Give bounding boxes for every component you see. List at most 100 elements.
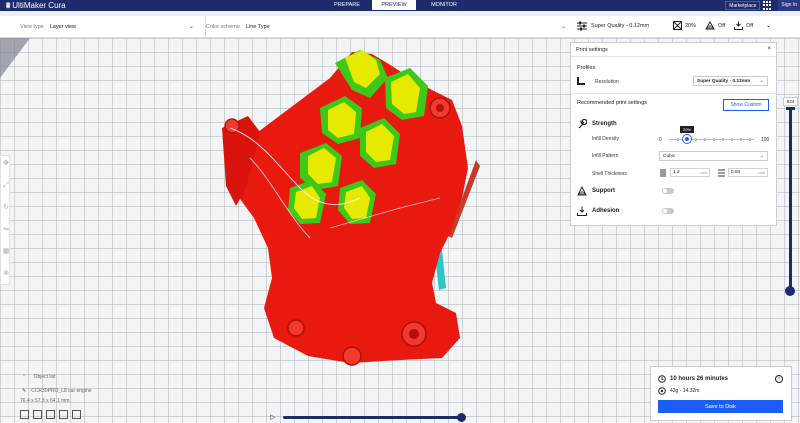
chevron-down-icon: ⌄	[561, 24, 567, 30]
adhesion-section: Adhesion	[577, 206, 619, 216]
infill-density-tooltip: 20%	[680, 126, 694, 133]
app-logo: ⩩ UltiMaker Cura	[6, 0, 66, 11]
info-icon[interactable]: i	[775, 375, 783, 383]
spool-icon	[658, 387, 666, 395]
view-type-label: View type	[20, 24, 44, 30]
apps-grid-icon[interactable]	[763, 1, 773, 10]
material-row: 43g · 14.32m	[658, 387, 699, 395]
divider	[571, 93, 776, 94]
layer-slider-lower-handle[interactable]	[785, 286, 795, 296]
print-time-row: 10 hours 26 minutes	[658, 375, 728, 383]
object-list-header[interactable]: ⌃ Object list	[22, 374, 56, 380]
print-settings-header: Print settings ×	[571, 43, 776, 57]
strength-section: Strength	[577, 119, 617, 129]
adhesion-icon	[734, 21, 743, 30]
adhesion-icon	[577, 206, 587, 216]
print-time: 10 hours 26 minutes	[670, 376, 729, 382]
top-bottom-thickness-input[interactable]: 0.84 mm	[728, 168, 768, 177]
left-view-icon[interactable]	[59, 410, 68, 419]
infill-summary[interactable]: 20%	[673, 21, 696, 30]
print-estimate-panel: 10 hours 26 minutes i 43g · 14.32m Save …	[650, 366, 792, 421]
resolution-icon	[577, 77, 585, 85]
sliders-icon	[577, 21, 587, 31]
layer-number-label[interactable]: 534	[783, 97, 798, 106]
resolution-dropdown[interactable]: Super Quality - 0.12mm ⌄	[693, 76, 768, 86]
show-custom-button[interactable]: Show Custom	[723, 99, 769, 111]
object-name-row[interactable]: ✎ CCR30PRO_L8 car engine	[22, 388, 92, 394]
print-settings-panel: Print settings × Profiles Resolution Sup…	[570, 42, 777, 226]
marketplace-button[interactable]: Marketplace	[725, 1, 761, 10]
support-toggle[interactable]	[662, 188, 674, 194]
tab-prepare[interactable]: PREPARE	[324, 0, 370, 10]
infill-density-label: Infill Density	[592, 136, 619, 142]
strength-label: Strength	[592, 121, 617, 127]
top-bar: ⩩ UltiMaker Cura PREPARE PREVIEW MONITOR…	[0, 0, 800, 11]
support-label: Support	[592, 188, 615, 194]
chevron-down-icon[interactable]: ⌄	[766, 22, 771, 29]
shell-thickness-label: Shell Thickness	[592, 171, 627, 177]
per-model-settings-icon[interactable]: ▦	[2, 248, 10, 256]
infill-pattern-value: Cubic	[663, 153, 676, 159]
pencil-icon[interactable]: ✎	[22, 388, 26, 394]
infill-density-handle[interactable]	[683, 135, 691, 143]
chevron-down-icon: ⌄	[759, 153, 764, 159]
resolution-label: Resolution	[595, 79, 619, 85]
top-view-icon[interactable]	[46, 410, 55, 419]
app-title: UltiMaker Cura	[12, 1, 66, 10]
top-right-controls: Marketplace Sign In	[725, 0, 800, 11]
top-bottom-thickness-unit: mm	[758, 170, 765, 175]
recommended-label: Recommended print settings	[577, 100, 648, 106]
chevron-up-icon: ⌃	[22, 374, 27, 380]
material-usage: 43g · 14.32m	[670, 388, 700, 394]
object-dimensions: 76.4 x 57.3 x 64.1 mm	[20, 398, 70, 404]
wall-thickness-unit: mm	[700, 170, 707, 175]
path-slider-track[interactable]	[283, 416, 461, 419]
scale-tool-icon[interactable]: ⤢	[2, 182, 10, 190]
color-scheme-select[interactable]: Color scheme Line Type ⌄	[205, 16, 570, 38]
camera-view-buttons	[20, 410, 81, 419]
move-tool-icon[interactable]: ✥	[2, 160, 10, 168]
support-blocker-icon[interactable]: ⊗	[2, 270, 10, 278]
clock-icon	[658, 375, 666, 383]
save-to-disk-button[interactable]: Save to Disk	[658, 400, 783, 413]
quality-summary[interactable]: Super Quality - 0.12mm	[576, 21, 649, 31]
wall-thickness-icon	[660, 169, 666, 177]
print-setup-summary-bar[interactable]: Super Quality - 0.12mm 20% Off Off ⌄	[570, 16, 800, 38]
wrench-icon	[578, 119, 587, 129]
close-icon[interactable]: ×	[767, 46, 771, 52]
view-type-value: Layer view	[49, 24, 77, 30]
view-type-select[interactable]: View type Layer view ⌄	[20, 16, 198, 38]
top-bottom-thickness-icon	[718, 169, 725, 177]
right-view-icon[interactable]	[72, 410, 81, 419]
rotate-tool-icon[interactable]: ↻	[2, 204, 10, 212]
infill-density-slider[interactable]	[669, 138, 754, 141]
support-summary[interactable]: Off	[705, 21, 725, 30]
sign-in-button[interactable]: Sign In	[778, 0, 800, 11]
adhesion-summary[interactable]: Off	[734, 21, 753, 30]
tab-preview[interactable]: PREVIEW	[372, 0, 416, 10]
front-view-icon[interactable]	[33, 410, 42, 419]
adhesion-summary-value: Off	[746, 22, 754, 29]
infill-min-label: 0	[659, 137, 662, 143]
infill-pattern-dropdown[interactable]: Cubic ⌄	[659, 151, 768, 161]
wall-thickness-value: 1.2	[673, 170, 680, 175]
object-name: CCR30PRO_L8 car engine	[31, 388, 92, 394]
adhesion-label: Adhesion	[592, 208, 620, 214]
layer-slider-upper-handle[interactable]	[786, 107, 795, 110]
chevron-down-icon: ⌄	[759, 78, 764, 84]
view-options-bar: View type Layer view ⌄ Color scheme Line…	[0, 16, 574, 38]
adhesion-toggle[interactable]	[662, 208, 674, 214]
wall-thickness-input[interactable]: 1.2 mm	[670, 168, 710, 177]
ultimaker-logo-icon: ⩩	[6, 0, 11, 10]
mirror-tool-icon[interactable]: ⇋	[2, 226, 10, 234]
support-section: Support	[577, 186, 615, 196]
3d-view-icon[interactable]	[20, 410, 29, 419]
layer-slider-track[interactable]	[789, 108, 792, 291]
support-icon	[577, 186, 587, 196]
infill-pattern-label: Infill Pattern	[592, 153, 619, 159]
tab-monitor[interactable]: MONITOR	[420, 0, 468, 10]
left-toolbar: ✥ ⤢ ↻ ⇋ ▦ ⊗	[0, 155, 10, 285]
play-icon[interactable]: ▷	[270, 413, 275, 421]
path-slider-handle[interactable]	[457, 413, 466, 422]
infill-max-label: 100	[761, 137, 770, 143]
